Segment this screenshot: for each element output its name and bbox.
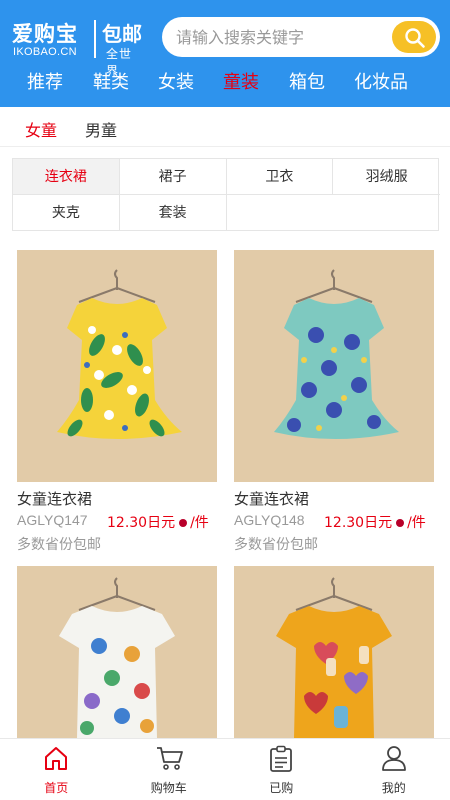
price-unit: /件 xyxy=(190,515,209,531)
product-image[interactable] xyxy=(234,250,434,482)
tab-label: 首页 xyxy=(44,781,69,795)
category-hoodie[interactable]: 卫衣 xyxy=(226,159,334,195)
cart-icon xyxy=(156,747,183,770)
subcategory-grid: 连衣裙 裙子 卫衣 羽绒服 夹克 套装 xyxy=(12,158,440,231)
category-set[interactable]: 套装 xyxy=(120,195,227,231)
search-input[interactable] xyxy=(176,17,386,57)
logo-divider xyxy=(94,20,96,58)
price-dot xyxy=(179,518,188,527)
tab-cart[interactable]: 购物车 xyxy=(113,739,226,800)
clipboard-icon xyxy=(270,745,292,772)
category-down-jacket[interactable]: 羽绒服 xyxy=(333,159,440,195)
user-icon xyxy=(381,746,406,771)
product-image[interactable] xyxy=(17,566,217,738)
price-unit: /件 xyxy=(407,515,426,531)
product-price: 12.30日元/件 xyxy=(107,512,209,532)
tab-profile[interactable]: 我的 xyxy=(338,739,450,800)
nav-tab-shoes[interactable]: 鞋类 xyxy=(93,68,129,94)
product-code: AGLYQ148 xyxy=(234,512,305,528)
nav-tab-recommend[interactable]: 推荐 xyxy=(27,68,63,94)
free-shipping-label: 包邮 xyxy=(102,22,142,46)
search-icon xyxy=(405,28,425,48)
product-price: 12.30日元/件 xyxy=(324,512,426,532)
search-bar xyxy=(162,17,440,57)
tab-purchased[interactable]: 已购 xyxy=(225,739,338,800)
tab-home[interactable]: 首页 xyxy=(0,739,113,800)
tab-label: 我的 xyxy=(381,781,406,795)
category-nav: 推荐 鞋类 女装 童装 箱包 化妆品 xyxy=(0,64,450,100)
price-value: 12.30日元 xyxy=(107,515,176,531)
product-image[interactable] xyxy=(17,250,217,482)
home-icon xyxy=(45,747,67,770)
category-skirt[interactable]: 裙子 xyxy=(119,159,227,195)
app-header: 爱购宝 IKOBAO.CN 包邮 全世界 推荐 鞋类 女装 童装 箱包 化妆品 xyxy=(0,0,450,107)
subtab-girls[interactable]: 女童 xyxy=(25,117,57,141)
shipping-note: 多数省份包邮 xyxy=(234,537,318,553)
gender-tabs: 女童 男童 xyxy=(0,107,450,147)
product-code: AGLYQ147 xyxy=(17,512,88,528)
brand-name: 爱购宝 xyxy=(12,22,78,46)
nav-tab-womens[interactable]: 女装 xyxy=(158,68,194,94)
tab-label: 已购 xyxy=(269,781,294,795)
product-name: 女童连衣裙 xyxy=(234,490,310,508)
subtab-boys[interactable]: 男童 xyxy=(85,117,117,141)
nav-tab-kids[interactable]: 童装 xyxy=(223,68,259,94)
brand-domain: IKOBAO.CN xyxy=(13,46,77,58)
price-dot xyxy=(396,518,405,527)
nav-tab-bags[interactable]: 箱包 xyxy=(289,68,325,94)
product-name: 女童连衣裙 xyxy=(17,490,93,508)
category-dress[interactable]: 连衣裙 xyxy=(13,159,120,195)
category-jacket[interactable]: 夹克 xyxy=(13,195,120,231)
brand-logo[interactable]: 爱购宝 IKOBAO.CN 包邮 全世界 xyxy=(12,14,142,78)
product-image[interactable] xyxy=(234,566,434,738)
search-button[interactable] xyxy=(392,21,436,53)
nav-tab-cosmetics[interactable]: 化妆品 xyxy=(354,68,408,94)
tab-label: 购物车 xyxy=(150,781,187,795)
shipping-note: 多数省份包邮 xyxy=(17,537,101,553)
bottom-tab-bar: 首页 购物车 已购 我的 xyxy=(0,738,450,800)
price-value: 12.30日元 xyxy=(324,515,393,531)
